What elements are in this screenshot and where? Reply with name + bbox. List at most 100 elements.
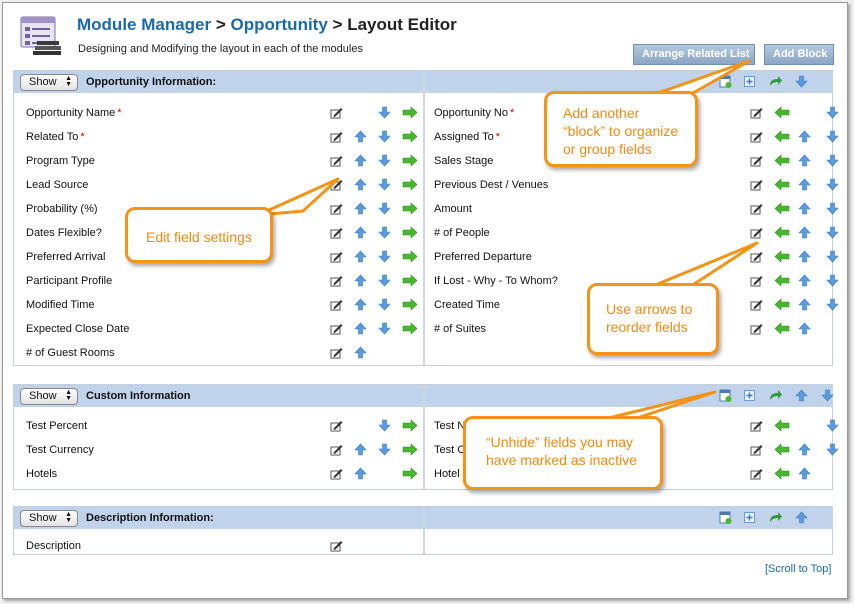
- move-left-icon[interactable]: [774, 467, 790, 480]
- edit-icon[interactable]: [750, 419, 763, 432]
- move-right-icon[interactable]: [402, 443, 418, 456]
- edit-icon[interactable]: [330, 467, 343, 480]
- move-right-icon[interactable]: [402, 226, 418, 239]
- move-left-icon[interactable]: [774, 106, 790, 119]
- unhide-fields-icon[interactable]: [719, 75, 732, 88]
- arrow-up-icon[interactable]: [354, 178, 367, 191]
- arrow-up-icon[interactable]: [354, 250, 367, 263]
- move-left-icon[interactable]: [774, 130, 790, 143]
- arrow-down-icon[interactable]: [826, 298, 839, 311]
- arrow-down-icon[interactable]: [826, 274, 839, 287]
- move-right-icon[interactable]: [402, 106, 418, 119]
- unhide-fields-icon[interactable]: [719, 389, 732, 402]
- arrow-up-icon[interactable]: [354, 443, 367, 456]
- show-dropdown[interactable]: Show ▲ ▼: [20, 510, 78, 527]
- show-dropdown[interactable]: Show ▲ ▼: [20, 74, 78, 91]
- edit-icon[interactable]: [750, 322, 763, 335]
- breadcrumb-opportunity[interactable]: Opportunity: [231, 15, 328, 34]
- move-right-icon[interactable]: [402, 250, 418, 263]
- arrow-down-icon[interactable]: [826, 443, 839, 456]
- edit-icon[interactable]: [330, 298, 343, 311]
- move-left-icon[interactable]: [774, 202, 790, 215]
- arrow-down-icon[interactable]: [378, 154, 391, 167]
- arrow-up-icon[interactable]: [795, 389, 808, 402]
- arrow-down-icon[interactable]: [378, 130, 391, 143]
- arrow-up-icon[interactable]: [798, 298, 811, 311]
- undo-icon[interactable]: [767, 75, 783, 88]
- arrow-up-icon[interactable]: [798, 154, 811, 167]
- arrow-down-icon[interactable]: [826, 226, 839, 239]
- arrow-down-icon[interactable]: [378, 250, 391, 263]
- edit-icon[interactable]: [750, 154, 763, 167]
- edit-icon[interactable]: [750, 274, 763, 287]
- move-right-icon[interactable]: [402, 419, 418, 432]
- move-right-icon[interactable]: [402, 467, 418, 480]
- arrow-down-icon[interactable]: [378, 202, 391, 215]
- move-left-icon[interactable]: [774, 322, 790, 335]
- edit-icon[interactable]: [750, 106, 763, 119]
- arrow-up-icon[interactable]: [798, 130, 811, 143]
- arrow-down-icon[interactable]: [378, 322, 391, 335]
- scroll-to-top-link[interactable]: [Scroll to Top]: [765, 563, 831, 575]
- edit-icon[interactable]: [750, 130, 763, 143]
- arrow-up-icon[interactable]: [798, 322, 811, 335]
- arrow-down-icon[interactable]: [378, 274, 391, 287]
- move-left-icon[interactable]: [774, 443, 790, 456]
- edit-icon[interactable]: [330, 106, 343, 119]
- arrow-up-icon[interactable]: [798, 467, 811, 480]
- edit-icon[interactable]: [330, 202, 343, 215]
- edit-icon[interactable]: [750, 226, 763, 239]
- arrow-down-icon[interactable]: [378, 298, 391, 311]
- arrow-up-icon[interactable]: [798, 274, 811, 287]
- move-right-icon[interactable]: [402, 178, 418, 191]
- arrow-down-icon[interactable]: [826, 154, 839, 167]
- arrow-up-icon[interactable]: [354, 202, 367, 215]
- move-left-icon[interactable]: [774, 274, 790, 287]
- arrow-down-icon[interactable]: [378, 419, 391, 432]
- arrow-down-icon[interactable]: [378, 226, 391, 239]
- move-right-icon[interactable]: [402, 154, 418, 167]
- edit-icon[interactable]: [330, 443, 343, 456]
- move-left-icon[interactable]: [774, 250, 790, 263]
- arrow-down-icon[interactable]: [826, 419, 839, 432]
- add-field-icon[interactable]: [743, 389, 756, 402]
- arrow-down-icon[interactable]: [378, 106, 391, 119]
- edit-icon[interactable]: [330, 130, 343, 143]
- edit-icon[interactable]: [750, 178, 763, 191]
- undo-icon[interactable]: [767, 389, 783, 402]
- edit-icon[interactable]: [330, 250, 343, 263]
- arrange-related-list-button[interactable]: Arrange Related List: [633, 44, 755, 65]
- arrow-up-icon[interactable]: [798, 202, 811, 215]
- unhide-fields-icon[interactable]: [719, 511, 732, 524]
- arrow-up-icon[interactable]: [795, 511, 808, 524]
- edit-icon[interactable]: [330, 419, 343, 432]
- move-right-icon[interactable]: [402, 322, 418, 335]
- arrow-up-icon[interactable]: [798, 178, 811, 191]
- arrow-up-icon[interactable]: [354, 130, 367, 143]
- arrow-down-icon[interactable]: [378, 443, 391, 456]
- add-field-icon[interactable]: [743, 511, 756, 524]
- show-dropdown[interactable]: Show ▲ ▼: [20, 388, 78, 405]
- edit-icon[interactable]: [750, 467, 763, 480]
- move-right-icon[interactable]: [402, 274, 418, 287]
- arrow-down-icon[interactable]: [826, 106, 839, 119]
- move-left-icon[interactable]: [774, 154, 790, 167]
- arrow-up-icon[interactable]: [354, 346, 367, 359]
- arrow-up-icon[interactable]: [354, 467, 367, 480]
- edit-icon[interactable]: [330, 346, 343, 359]
- add-block-button[interactable]: Add Block: [764, 44, 834, 65]
- edit-icon[interactable]: [330, 178, 343, 191]
- arrow-down-icon[interactable]: [826, 202, 839, 215]
- arrow-up-icon[interactable]: [354, 154, 367, 167]
- edit-icon[interactable]: [330, 539, 343, 552]
- move-right-icon[interactable]: [402, 298, 418, 311]
- arrow-down-icon[interactable]: [826, 250, 839, 263]
- move-left-icon[interactable]: [774, 226, 790, 239]
- edit-icon[interactable]: [750, 202, 763, 215]
- edit-icon[interactable]: [750, 250, 763, 263]
- arrow-down-icon[interactable]: [378, 178, 391, 191]
- move-left-icon[interactable]: [774, 298, 790, 311]
- arrow-down-icon[interactable]: [795, 75, 808, 88]
- arrow-up-icon[interactable]: [798, 250, 811, 263]
- arrow-up-icon[interactable]: [354, 274, 367, 287]
